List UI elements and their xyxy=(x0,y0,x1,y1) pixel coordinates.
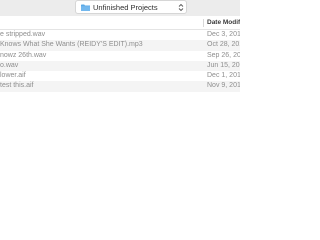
file-date: Sep 26, 201 xyxy=(207,51,240,59)
updown-chevron-icon xyxy=(178,3,184,12)
file-name: e stripped.wav xyxy=(0,31,46,38)
file-date: Nov 9, 201 xyxy=(207,82,240,90)
file-name: test this.aif xyxy=(0,82,34,90)
file-open-dialog: Unfinished Projects Date Modif e strippe… xyxy=(0,0,240,240)
file-name: lower.aif xyxy=(0,72,26,80)
dialog-toolbar: Unfinished Projects xyxy=(0,0,240,16)
column-header-row xyxy=(0,17,240,30)
column-header-date-modified[interactable]: Date Modif xyxy=(207,18,240,28)
location-popup-label: Unfinished Projects xyxy=(93,3,158,12)
file-row[interactable]: Knows What She Wants (REIDY'S EDIT).mp3 … xyxy=(0,40,240,51)
file-name: nowz 26th.wav xyxy=(0,51,47,59)
file-name: Knows What She Wants (REIDY'S EDIT).mp3 xyxy=(0,41,143,49)
file-date: Dec 1, 201 xyxy=(207,72,240,80)
file-date: Jun 15, 201 xyxy=(207,61,240,69)
file-name: o.wav xyxy=(0,61,19,69)
file-row[interactable]: test this.aif Nov 9, 201 xyxy=(0,81,240,92)
file-row[interactable]: nowz 26th.wav Sep 26, 201 xyxy=(0,50,240,61)
file-list: e stripped.wav Dec 3, 201 Knows What She… xyxy=(0,30,240,92)
file-row[interactable]: e stripped.wav Dec 3, 201 xyxy=(0,30,240,41)
column-divider[interactable] xyxy=(203,19,204,27)
file-date: Dec 3, 201 xyxy=(207,31,240,38)
file-row[interactable]: o.wav Jun 15, 201 xyxy=(0,60,240,72)
file-date: Oct 28, 201 xyxy=(207,41,240,49)
folder-icon xyxy=(81,4,90,11)
location-popup-button[interactable]: Unfinished Projects xyxy=(75,0,187,14)
file-row[interactable]: lower.aif Dec 1, 201 xyxy=(0,71,240,82)
